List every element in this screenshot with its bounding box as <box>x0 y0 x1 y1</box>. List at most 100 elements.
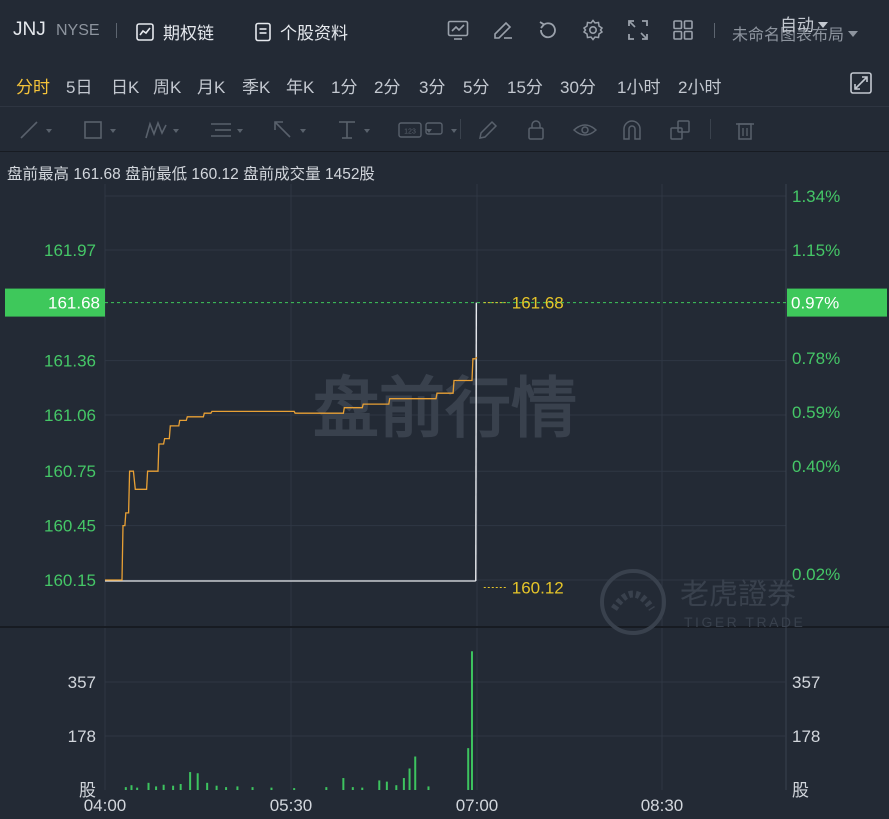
period-tab-10[interactable]: 5分 <box>463 73 489 98</box>
chevron-down-icon <box>848 31 859 37</box>
price-tick-label: 160.45 <box>44 517 96 536</box>
volume-bar <box>414 756 417 790</box>
comment-tool-icon[interactable] <box>423 119 457 141</box>
period-tabs: 分时 5日 日K 周K 月K 季K 年K 1分 2分 3分 5分 15分 30分 1小时 2小时 <box>0 62 889 104</box>
period-tab-9[interactable]: 3分 <box>419 73 445 98</box>
volume-bar <box>172 785 175 790</box>
volume-bar <box>130 785 133 790</box>
period-tab-3[interactable]: 周K <box>153 73 181 98</box>
chevron-down-icon <box>818 22 828 28</box>
premarket-volume-label: 盘前成交量 <box>243 166 321 183</box>
magnet-icon[interactable] <box>621 119 655 141</box>
period-tab-12[interactable]: 30分 <box>560 73 596 98</box>
volume-bar <box>361 787 364 790</box>
premarket-volume-value: 1452股 <box>324 166 375 183</box>
document-icon <box>255 22 271 41</box>
price-tick-label: 161.97 <box>44 241 96 260</box>
volume-bar <box>467 748 470 790</box>
indicator-icon[interactable] <box>446 18 470 42</box>
volume-bar <box>378 780 381 790</box>
period-tab-5[interactable]: 季K <box>242 73 270 98</box>
volume-tick-label-right: 178 <box>792 727 820 746</box>
volume-bar <box>206 782 209 790</box>
grid-layout-icon[interactable] <box>671 18 695 42</box>
volume-bar <box>470 651 473 790</box>
eye-icon[interactable] <box>573 119 607 141</box>
fullscreen-icon[interactable] <box>626 18 650 42</box>
brand-name-cn: 老虎證券 <box>680 578 796 611</box>
price-tick-label: 161.06 <box>44 406 96 425</box>
svg-text:123: 123 <box>404 129 416 136</box>
price-tick-label: 160.15 <box>44 571 96 590</box>
percent-tick-label: 0.78% <box>792 349 840 368</box>
drawing-toolbar: 123 <box>0 106 889 152</box>
options-chain-button[interactable]: 期权链 <box>135 19 214 44</box>
options-chain-label: 期权链 <box>163 24 214 43</box>
period-tab-11[interactable]: 15分 <box>507 73 543 98</box>
refresh-icon[interactable] <box>536 18 560 42</box>
divider <box>460 119 461 139</box>
symbol-label: JNJ <box>13 19 46 40</box>
period-tab-14[interactable]: 2小时 <box>678 73 721 98</box>
period-tab-0[interactable]: 分时 <box>16 73 50 98</box>
premarket-low-value: 160.12 <box>191 166 239 183</box>
lock-icon[interactable] <box>526 119 560 141</box>
volume-bar <box>293 788 296 790</box>
percent-tick-label: 1.15% <box>792 241 840 260</box>
percent-tick-label: 0.59% <box>792 403 840 422</box>
gear-icon[interactable] <box>581 18 605 42</box>
brand-name-en: TIGER TRADE <box>684 614 805 630</box>
volume-bar <box>351 787 354 790</box>
volume-bar <box>189 772 192 790</box>
current-price-badge-label: 161.68 <box>48 294 100 313</box>
measure-tool-icon[interactable] <box>336 119 370 141</box>
period-tab-13[interactable]: 1小时 <box>617 73 660 98</box>
volume-unit-label-right: 股 <box>792 781 809 800</box>
arrow-tool-icon[interactable] <box>272 119 306 141</box>
divider <box>714 23 715 38</box>
expand-icon[interactable] <box>849 71 873 95</box>
premarket-high-label: 盘前最高 <box>7 166 70 183</box>
current-percent-badge-label: 0.97% <box>791 294 839 313</box>
pen-icon[interactable] <box>477 119 511 141</box>
volume-bar <box>342 778 345 790</box>
volume-tick-label-left: 357 <box>68 673 96 692</box>
low-marker-label: 160.12 <box>512 578 564 597</box>
time-tick-label: 04:00 <box>84 796 127 815</box>
intraday-chart[interactable]: 盘前行情老虎證券TIGER TRADE161.97161.36161.06160… <box>0 184 889 819</box>
volume-bar <box>155 786 158 790</box>
rectangle-tool-icon[interactable] <box>82 119 116 141</box>
auto-scale-selector[interactable]: 自动 <box>780 11 828 36</box>
volume-bar <box>427 786 430 790</box>
fib-tool-icon[interactable] <box>209 119 243 141</box>
volume-bar <box>162 784 165 790</box>
period-tab-8[interactable]: 2分 <box>374 73 400 98</box>
volume-tick-label-left: 178 <box>68 727 96 746</box>
premarket-low-label: 盘前最低 <box>125 166 188 183</box>
volume-bar <box>385 781 388 790</box>
premarket-high-value: 161.68 <box>73 166 121 183</box>
divider <box>116 23 117 38</box>
period-tab-2[interactable]: 日K <box>111 73 139 98</box>
volume-bar <box>196 773 199 790</box>
edit-icon[interactable] <box>491 18 515 42</box>
trash-icon[interactable] <box>734 119 768 141</box>
options-chain-icon <box>136 22 154 41</box>
time-tick-label: 07:00 <box>456 796 499 815</box>
period-tab-7[interactable]: 1分 <box>331 73 357 98</box>
period-tab-1[interactable]: 5日 <box>66 73 92 98</box>
volume-bar <box>225 787 228 790</box>
price-tick-label: 161.36 <box>44 352 96 371</box>
percent-tick-label: 1.34% <box>792 187 840 206</box>
period-tab-4[interactable]: 月K <box>197 73 225 98</box>
high-marker-label: 161.68 <box>512 294 564 313</box>
top-toolbar: JNJ NYSE 期权链 个股资料 未命名图表布局 <box>0 0 889 62</box>
layers-icon[interactable] <box>669 119 703 141</box>
divider <box>710 119 711 139</box>
volume-bar <box>236 786 239 790</box>
stock-profile-button[interactable]: 个股资料 <box>254 19 348 44</box>
period-tab-6[interactable]: 年K <box>286 73 314 98</box>
line-tool-icon[interactable] <box>18 119 52 141</box>
pattern-tool-icon[interactable] <box>145 119 179 141</box>
stock-profile-label: 个股资料 <box>280 24 348 43</box>
